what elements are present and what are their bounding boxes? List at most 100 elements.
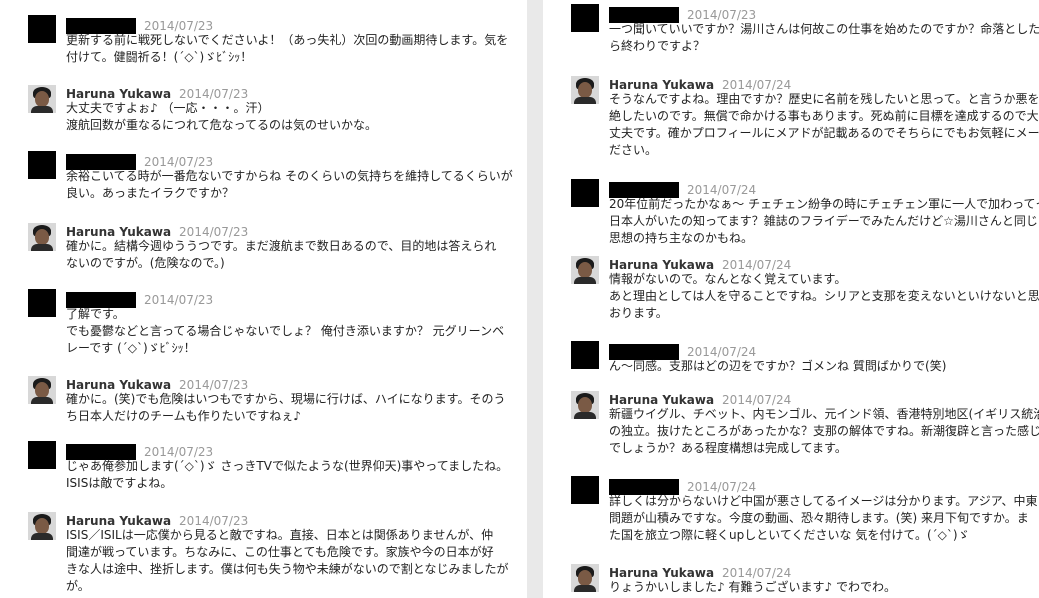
comment-date: 2014/07/24	[722, 78, 792, 92]
author-name[interactable]: Haruna Yukawa	[609, 393, 714, 407]
comment-header: 2014/07/23	[66, 441, 214, 460]
comment-line: 渡航回数が重なるにつれて危なってるのは気のせいかな。	[66, 118, 378, 132]
comment-body: 更新する前に戦死しないでくださいよ！（あっ失礼）次回の動画期待します。気を 付けて…	[66, 32, 513, 66]
comment-body: 了解です。でも憂鬱などと言ってる場合じゃないでしょ？ 俺付き添いますか？ 元グリ…	[66, 306, 513, 357]
author-avatar[interactable]	[571, 256, 599, 284]
comment-header: 2014/07/23	[66, 151, 214, 170]
comment-date: 2014/07/24	[722, 258, 792, 272]
comment-date: 2014/07/24	[687, 183, 757, 197]
left-comment-column: 2014/07/23 更新する前に戦死しないでくださいよ！（あっ失礼）次回の動画期…	[0, 0, 527, 598]
redacted-avatar[interactable]	[571, 179, 599, 207]
comment-line: 大丈夫ですよぉ♪ （一応・・・。汗）	[66, 101, 270, 115]
comment-header: 2014/07/24	[609, 476, 757, 495]
comment-header: Haruna Yukawa 2014/07/24	[609, 562, 791, 580]
comment-date: 2014/07/24	[722, 566, 792, 580]
comment-header: Haruna Yukawa 2014/07/23	[66, 374, 248, 392]
comment-header: 2014/07/24	[609, 341, 757, 360]
redacted-avatar[interactable]	[571, 341, 599, 369]
comment-line: 詳しくは分からないけど中国が悪さしてるイメージは分かります。アジア、中東と	[609, 494, 1039, 508]
comment-header: Haruna Yukawa 2014/07/24	[609, 74, 791, 92]
comment-line: おります。	[609, 306, 668, 320]
comment-line: 日本人がいたの知ってます？雑誌のフライデーでみたんだけど☆湯川さんと同じ	[609, 214, 1038, 228]
comment-body: 情報がないので。なんとなく覚えています。あと理由としては人を守ることですね。シリ…	[609, 271, 1039, 322]
author-name[interactable]: Haruna Yukawa	[66, 378, 171, 392]
comment-line: 更新する前に戦死しないでくださいよ！（あっ失礼）次回の動画期待します。気を	[66, 33, 509, 47]
author-avatar[interactable]	[571, 76, 599, 104]
comment-header: 2014/07/23	[609, 4, 756, 23]
comment-date: 2014/07/23	[179, 225, 249, 239]
author-avatar[interactable]	[28, 512, 56, 540]
comment-line: ださい。	[609, 143, 658, 157]
author-name[interactable]: Haruna Yukawa	[609, 78, 714, 92]
comment-body: 新疆ウイグル、チベット、内モンゴル、元インド領、香港特別地区(イギリス統治) の独…	[609, 406, 1039, 457]
comment-line: でも憂鬱などと言ってる場合じゃないでしょ？ 俺付き添いますか？ 元グリーンベ	[66, 324, 505, 338]
redacted-avatar[interactable]	[571, 476, 599, 504]
comment-date: 2014/07/24	[687, 480, 757, 494]
comment-line: 了解です。	[66, 307, 125, 321]
comment-line: でしょうか？ある程度構想は完成してます。	[609, 441, 847, 455]
redacted-avatar[interactable]	[571, 4, 599, 32]
comment-line: 20年位前だったかなぁ～ チェチェン紛争の時にチェチェン軍に一人で加わってった	[609, 197, 1039, 211]
comment-body: 20年位前だったかなぁ～ チェチェン紛争の時にチェチェン軍に一人で加わってった日…	[609, 196, 1039, 247]
comment-date: 2014/07/23	[179, 514, 249, 528]
comment-line: あと理由としては人を守ることですね。シリアと支那を変えないといけないと思って	[609, 289, 1039, 303]
comment-body: 大丈夫ですよぉ♪ （一応・・・。汗） 渡航回数が重なるにつれて危なってるのは気のせ…	[66, 100, 513, 134]
redacted-avatar[interactable]	[28, 289, 56, 317]
comment-line: ISIS／ISILは一応僕から見ると敵ですね。直接、日本とは関係ありませんが、仲	[66, 528, 494, 542]
comment-line: 確かに。結構今週ゆううつです。まだ渡航まで数日あるので、目的地は答えられ	[66, 239, 497, 253]
comment-header: Haruna Yukawa 2014/07/24	[609, 254, 791, 272]
comment-date: 2014/07/24	[722, 393, 792, 407]
author-avatar[interactable]	[571, 564, 599, 592]
comment-line: 付けて。健闘祈る！(´◇`)ゞﾋﾞｼｯ！	[66, 50, 253, 64]
comment-body: 一つ聞いていいですか？湯川さんは何故この仕事を始めたのですか？命落としたら ら終わ…	[609, 21, 1039, 55]
redacted-avatar[interactable]	[28, 151, 56, 179]
author-name[interactable]: Haruna Yukawa	[66, 225, 171, 239]
author-avatar[interactable]	[28, 376, 56, 404]
comment-line: 新疆ウイグル、チベット、内モンゴル、元インド領、香港特別地区(イギリス統治)	[609, 407, 1039, 421]
comment-body: じゃあ俺参加します(´◇`)ゞ さっきTVで似たような(世界仰天)事やってました…	[66, 458, 513, 492]
comment-line: 情報がないので。なんとなく覚えています。	[609, 272, 847, 286]
comment-header: 2014/07/23	[66, 289, 214, 308]
comment-header: Haruna Yukawa 2014/07/23	[66, 221, 248, 239]
comment-header: 2014/07/24	[609, 179, 757, 198]
comment-line: 余裕こいてる時が一番危ないですからね そのくらいの気持ちを維持してるくらいが	[66, 169, 513, 183]
comment-line: レーです (´◇`)ゞﾋﾞｼｯ！	[66, 341, 196, 355]
comment-header: 2014/07/23	[66, 15, 214, 34]
author-name[interactable]: Haruna Yukawa	[609, 258, 714, 272]
author-name[interactable]: Haruna Yukawa	[66, 87, 171, 101]
comment-line: じゃあ俺参加します(´◇`)ゞ さっきTVで似たような(世界仰天)事やってました…	[66, 459, 509, 473]
comment-line: が。	[66, 579, 90, 593]
redacted-avatar[interactable]	[28, 15, 56, 43]
comment-date: 2014/07/23	[144, 155, 214, 169]
comment-line: ないのですが。(危険なので。)	[66, 256, 225, 270]
comment-header: Haruna Yukawa 2014/07/23	[66, 510, 248, 528]
author-avatar[interactable]	[28, 223, 56, 251]
comment-date: 2014/07/23	[144, 293, 214, 307]
redacted-avatar[interactable]	[28, 441, 56, 469]
comment-line: ん～同感。支那はどの辺をですか？ゴメンね 質問ばかりで(笑)	[609, 359, 947, 373]
comment-line: きな人は途中、挫折します。僕は何も失う物や未練がないので割となじみましたが	[66, 562, 509, 576]
comment-line: 確かに。(笑)でも危険はいつもですから、現場に行けば、ハイになります。そのう	[66, 392, 506, 406]
comment-header: Haruna Yukawa 2014/07/24	[609, 389, 791, 407]
comment-line: 絶したいのです。無償で命かける事もあります。死ぬ前に目標を達成するので大	[609, 109, 1039, 123]
comment-line: りょうかいしました♪ 有難うございます♪ でわでわ。	[609, 580, 896, 594]
author-name[interactable]: Haruna Yukawa	[66, 514, 171, 528]
author-name[interactable]: Haruna Yukawa	[609, 566, 714, 580]
comment-line: ら終わりですよ？	[609, 39, 706, 53]
comment-line: ち日本人だけのチームも作りたいですねぇ♪	[66, 409, 301, 423]
comment-date: 2014/07/23	[144, 19, 214, 33]
comment-line: 間達が戦っています。ちなみに、この仕事とても危険です。家族や今の日本が好	[66, 545, 494, 559]
author-avatar[interactable]	[28, 85, 56, 113]
comment-body: りょうかいしました♪ 有難うございます♪ でわでわ。	[609, 579, 1025, 596]
comment-date: 2014/07/23	[179, 87, 249, 101]
comment-body: ん～同感。支那はどの辺をですか？ゴメンね 質問ばかりで(笑)	[609, 358, 1025, 375]
comment-line: 丈夫です。確かプロフィールにメアドが記載あるのでそちらにでもお気軽にメールく	[609, 126, 1039, 140]
comment-date: 2014/07/23	[144, 445, 214, 459]
comment-line: 思想の持ち主なのかもね。	[609, 231, 754, 245]
comment-line: そうなんですよね。理由ですか？歴史に名前を残したいと思って。と言うか悪を廃	[609, 92, 1039, 106]
author-avatar[interactable]	[571, 391, 599, 419]
comment-body: 確かに。(笑)でも危険はいつもですから、現場に行けば、ハイになります。そのう ち日…	[66, 391, 513, 425]
comment-line: の独立。抜けたところがあったかな？支那の解体ですね。新潮復辟と言った感じ	[609, 424, 1039, 438]
comment-header: Haruna Yukawa 2014/07/23	[66, 83, 248, 101]
comment-date: 2014/07/24	[687, 345, 757, 359]
